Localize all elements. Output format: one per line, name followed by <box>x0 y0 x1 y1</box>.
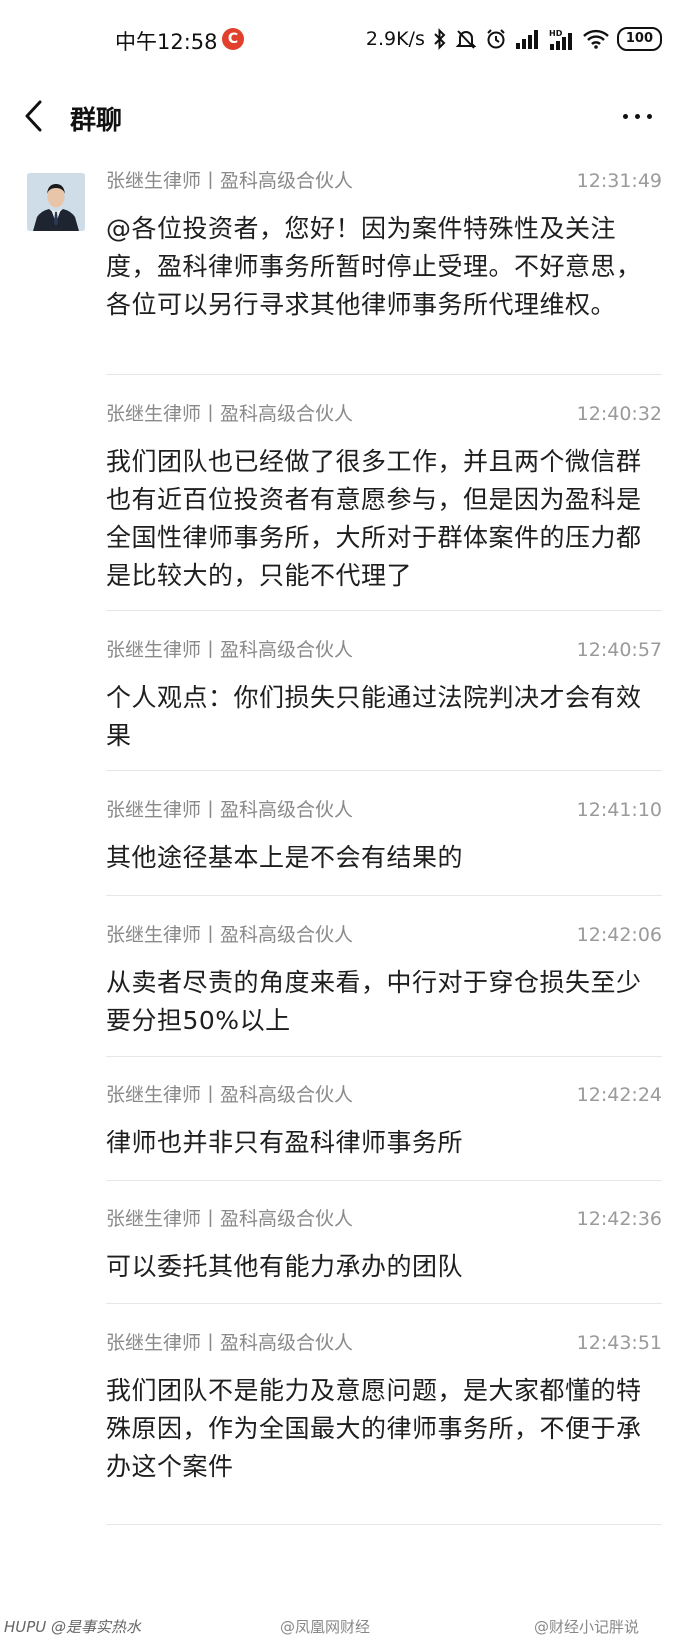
message-sender: 张继生律师丨盈科高级合伙人 <box>106 1084 354 1106</box>
svg-text:HD: HD <box>549 29 563 38</box>
divider <box>106 1303 662 1304</box>
signal-icon <box>515 30 538 49</box>
chat-message[interactable]: 张继生律师丨盈科高级合伙人 12:42:06 从卖者尽责的角度来看，中行对于穿仓… <box>106 922 662 1040</box>
bluetooth-icon <box>434 28 446 50</box>
message-sender: 张继生律师丨盈科高级合伙人 <box>106 170 354 192</box>
message-text: 律师也并非只有盈科律师事务所 <box>106 1128 464 1157</box>
chat-message[interactable]: 张继生律师丨盈科高级合伙人 12:42:24 律师也并非只有盈科律师事务所 <box>106 1082 662 1162</box>
watermark-middle: @凤凰网财经 <box>280 1618 371 1636</box>
wifi-icon <box>583 29 609 49</box>
message-time: 12:31:49 <box>576 170 662 192</box>
message-text: 从卖者尽责的角度来看，中行对于穿仓损失至少要分担50%以上 <box>106 968 642 1035</box>
divider <box>106 610 662 611</box>
battery-icon: 100 <box>616 27 662 51</box>
message-text: 其他途径基本上是不会有结果的 <box>106 843 464 872</box>
message-time: 12:40:32 <box>576 403 662 425</box>
chevron-left-icon <box>25 100 42 132</box>
chat-message[interactable]: 张继生律师丨盈科高级合伙人 12:40:57 个人观点：你们损失只能通过法院判决… <box>106 637 662 755</box>
chat-header: 群聊 <box>0 80 692 152</box>
message-text: 我们团队不是能力及意愿问题，是大家都懂的特殊原因，作为全国最大的律师事务所，不便… <box>106 1376 642 1481</box>
message-sender: 张继生律师丨盈科高级合伙人 <box>106 639 354 661</box>
divider <box>106 1056 662 1057</box>
chat-message[interactable]: 张继生律师丨盈科高级合伙人 12:42:36 可以委托其他有能力承办的团队 <box>106 1206 662 1286</box>
divider <box>106 770 662 771</box>
watermark-left: HUPU @是事实热水 <box>4 1618 142 1636</box>
chat-message[interactable]: 张继生律师丨盈科高级合伙人 12:41:10 其他途径基本上是不会有结果的 <box>106 797 662 877</box>
message-time: 12:42:24 <box>576 1084 662 1106</box>
divider <box>106 895 662 896</box>
watermark-bar: HUPU @是事实热水 @凤凰网财经 @财经小记胖说 <box>0 1610 692 1640</box>
more-dots-icon <box>623 114 628 119</box>
message-sender: 张继生律师丨盈科高级合伙人 <box>106 799 354 821</box>
chat-message[interactable]: 张继生律师丨盈科高级合伙人 12:43:51 我们团队不是能力及意愿问题，是大家… <box>106 1330 662 1486</box>
divider <box>106 374 662 375</box>
chat-message[interactable]: 张继生律师丨盈科高级合伙人 12:31:49 @各位投资者，您好！因为案件特殊性… <box>106 168 662 324</box>
back-button[interactable] <box>20 98 50 134</box>
message-text: @各位投资者，您好！因为案件特殊性及关注度，盈科律师事务所暂时停止受理。不好意思… <box>106 214 642 319</box>
hd-signal-icon: HD <box>549 29 572 50</box>
chat-message[interactable]: 张继生律师丨盈科高级合伙人 12:40:32 我们团队也已经做了很多工作，并且两… <box>106 401 662 595</box>
app-notification-icon: C <box>222 28 244 50</box>
divider <box>106 1524 662 1525</box>
message-time: 12:40:57 <box>576 639 662 661</box>
net-speed: 2.9K/s <box>365 28 425 50</box>
page-title: 群聊 <box>70 106 123 136</box>
message-time: 12:43:51 <box>576 1332 662 1354</box>
status-bar: 中午12:58 C 2.9K/s HD 100 <box>0 0 692 80</box>
message-time: 12:42:06 <box>576 924 662 946</box>
message-sender: 张继生律师丨盈科高级合伙人 <box>106 1208 354 1230</box>
message-text: 我们团队也已经做了很多工作，并且两个微信群也有近百位投资者有意愿参与，但是因为盈… <box>106 447 642 590</box>
divider <box>106 1180 662 1181</box>
message-text: 个人观点：你们损失只能通过法院判决才会有效果 <box>106 683 642 750</box>
watermark-right: @财经小记胖说 <box>534 1618 640 1636</box>
message-sender: 张继生律师丨盈科高级合伙人 <box>106 924 354 946</box>
avatar[interactable] <box>27 173 85 231</box>
message-time: 12:42:36 <box>576 1208 662 1230</box>
status-indicators: 2.9K/s HD 100 <box>366 26 662 52</box>
mute-icon <box>455 30 477 49</box>
status-time: 中午12:58 <box>115 30 218 54</box>
message-sender: 张继生律师丨盈科高级合伙人 <box>106 1332 354 1354</box>
message-text: 可以委托其他有能力承办的团队 <box>106 1252 464 1281</box>
more-options-button[interactable] <box>620 104 656 128</box>
message-sender: 张继生律师丨盈科高级合伙人 <box>106 403 354 425</box>
alarm-icon <box>487 29 505 49</box>
message-time: 12:41:10 <box>576 799 662 821</box>
lawyer-portrait-icon <box>27 173 85 231</box>
